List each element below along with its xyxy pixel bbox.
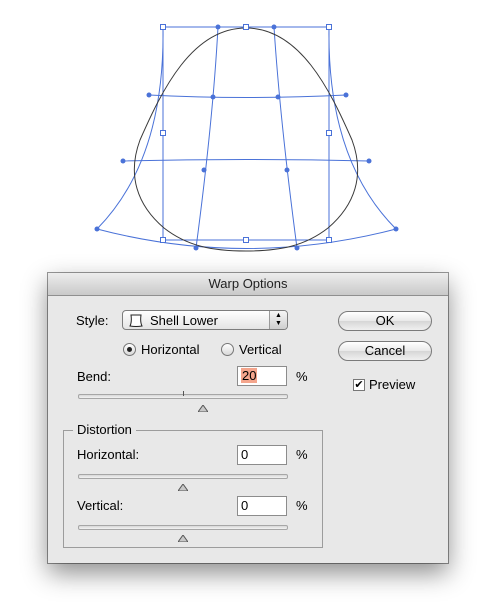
bend-slider-thumb[interactable] [197, 400, 209, 415]
style-select[interactable]: Shell Lower ▲ ▼ [122, 310, 288, 330]
preview-label[interactable]: Preview [369, 377, 415, 392]
style-label: Style: [76, 313, 109, 328]
distortion-horizontal-slider-thumb[interactable] [177, 479, 189, 494]
checkmark-icon: ✔ [354, 379, 364, 391]
select-arrows-icon: ▲ ▼ [269, 311, 287, 329]
bend-label: Bend: [77, 369, 111, 384]
warp-preview-canvas [94, 24, 399, 252]
bend-slider-center-tick [183, 391, 184, 396]
bend-input-value: 20 [241, 368, 258, 383]
dialog-title: Warp Options [48, 273, 448, 296]
distortion-horizontal-label: Horizontal: [77, 447, 140, 462]
bend-unit: % [296, 369, 308, 384]
envelope-right-edge [328, 26, 397, 230]
bend-input[interactable]: 20 [237, 366, 287, 386]
shell-lower-icon [129, 314, 143, 330]
distortion-title: Distortion [73, 422, 136, 437]
vertical-radio-label[interactable]: Vertical [239, 342, 282, 357]
mesh-col-1 [195, 26, 219, 249]
vertical-radio[interactable] [221, 343, 234, 356]
horizontal-radio[interactable] [123, 343, 136, 356]
warp-options-dialog: Warp Options Style: Shell Lower ▲ ▼ Horiz… [48, 273, 448, 563]
mesh-col-2 [273, 26, 298, 249]
preview-checkbox[interactable]: ✔ [353, 379, 365, 391]
mesh-row-2 [122, 159, 370, 162]
mesh-row-1 [148, 94, 347, 98]
distortion-horizontal-unit: % [296, 447, 308, 462]
warped-shape-outline [133, 27, 359, 252]
distortion-vertical-label: Vertical: [77, 498, 124, 513]
ok-button[interactable]: OK [338, 311, 432, 331]
distortion-vertical-unit: % [296, 498, 308, 513]
horizontal-radio-label[interactable]: Horizontal [141, 342, 200, 357]
envelope-left-edge [96, 26, 164, 230]
distortion-vertical-slider-thumb[interactable] [177, 530, 189, 545]
distortion-vertical-input[interactable]: 0 [237, 496, 287, 516]
style-select-value: Shell Lower [150, 313, 218, 328]
cancel-button[interactable]: Cancel [338, 341, 432, 361]
distortion-horizontal-input[interactable]: 0 [237, 445, 287, 465]
